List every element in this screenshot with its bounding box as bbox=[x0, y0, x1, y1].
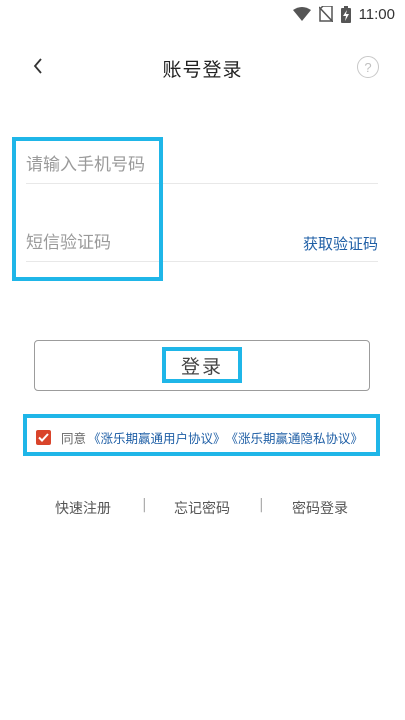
link-separator: | bbox=[259, 497, 264, 513]
agreement-prefix: 同意 bbox=[61, 430, 87, 446]
no-sim-icon bbox=[318, 6, 333, 22]
login-button-label: 登录 bbox=[180, 356, 223, 378]
phone-input[interactable] bbox=[26, 146, 266, 184]
page-title: 账号登录 bbox=[162, 59, 243, 81]
sms-code-field: 获取验证码 bbox=[26, 224, 378, 262]
agreement-checkbox[interactable] bbox=[36, 429, 51, 445]
user-agreement-link[interactable]: 《涨乐期赢通用户协议》 bbox=[88, 428, 226, 447]
help-button[interactable]: ? bbox=[357, 56, 379, 78]
sms-code-input[interactable] bbox=[26, 224, 266, 262]
password-login-link[interactable]: 密码登录 bbox=[292, 498, 348, 518]
status-bar: 11:00 bbox=[0, 0, 405, 28]
clock-time: 11:00 bbox=[358, 5, 395, 23]
quick-register-link[interactable]: 快速注册 bbox=[55, 498, 111, 518]
bottom-links: 快速注册 | 忘记密码 | 密码登录 bbox=[0, 497, 405, 520]
get-code-button[interactable]: 获取验证码 bbox=[303, 233, 378, 254]
link-separator: | bbox=[142, 497, 147, 513]
phone-field bbox=[26, 146, 378, 184]
battery-charging-icon bbox=[340, 5, 351, 23]
login-button[interactable]: 登录 bbox=[34, 340, 370, 391]
forgot-password-link[interactable]: 忘记密码 bbox=[174, 498, 230, 518]
agreement-row: 同意 《涨乐期赢通用户协议》 《涨乐期赢通隐私协议》 bbox=[36, 425, 363, 449]
status-icons: 11:00 bbox=[292, 5, 395, 23]
privacy-agreement-link[interactable]: 《涨乐期赢通隐私协议》 bbox=[226, 428, 364, 447]
checkmark-icon bbox=[38, 430, 49, 445]
wifi-icon bbox=[292, 7, 311, 21]
question-mark-icon: ? bbox=[364, 59, 372, 75]
header: 账号登录 ? bbox=[0, 48, 405, 88]
